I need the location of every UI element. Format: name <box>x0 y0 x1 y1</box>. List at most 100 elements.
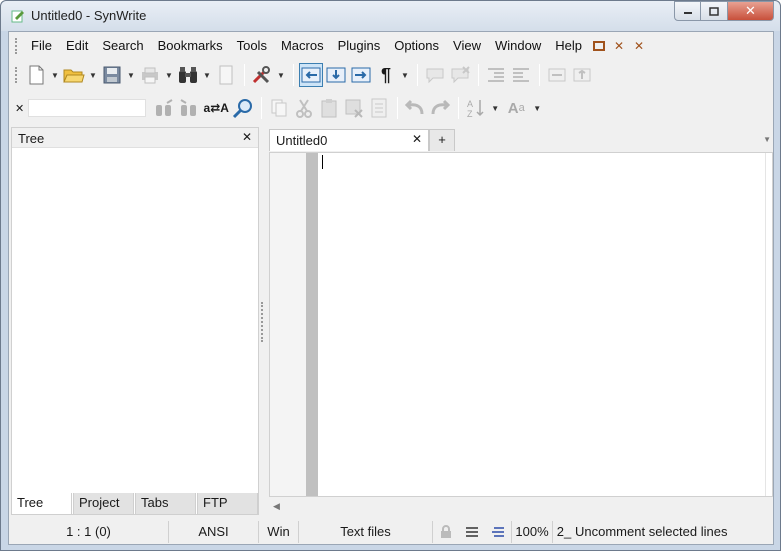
page-setup-button[interactable] <box>214 63 238 87</box>
readonly-lock-button[interactable] <box>433 521 459 543</box>
close-all-button[interactable]: ✕ <box>629 36 649 56</box>
toolbar-separator <box>244 64 245 86</box>
panel-right-button[interactable] <box>349 63 373 87</box>
new-file-button[interactable] <box>24 63 48 87</box>
replace-button[interactable]: a⇄A <box>202 96 230 120</box>
tab-tabs[interactable]: Tabs <box>135 493 196 515</box>
folder-icon <box>63 69 85 83</box>
print-button[interactable] <box>138 63 162 87</box>
status-column-marker[interactable]: 2_ <box>553 521 575 543</box>
tools-dropdown[interactable]: ▼ <box>275 63 287 87</box>
copy-button[interactable] <box>267 96 291 120</box>
editor-tab[interactable]: Untitled0 ✕ <box>269 129 429 151</box>
menu-grip[interactable] <box>15 37 18 54</box>
find-in-files-button[interactable] <box>231 96 255 120</box>
binoculars-icon <box>179 67 197 83</box>
cut-button[interactable] <box>292 96 316 120</box>
close-panel-icon[interactable]: ✕ <box>242 130 252 144</box>
tree-view[interactable] <box>12 149 258 494</box>
menu-view[interactable]: View <box>446 35 488 57</box>
unindent-button[interactable] <box>509 63 533 87</box>
minimize-button[interactable] <box>674 1 701 21</box>
save-button[interactable] <box>100 63 124 87</box>
non-printable-dropdown[interactable]: ▼ <box>399 63 411 87</box>
maximize-button[interactable] <box>701 1 728 21</box>
menu-options[interactable]: Options <box>387 35 446 57</box>
tab-ftp[interactable]: FTP <box>197 493 258 515</box>
collapse-button[interactable] <box>545 63 569 87</box>
panel-splitter[interactable] <box>261 302 264 342</box>
word-wrap-button[interactable] <box>459 521 485 543</box>
toolbar-grip[interactable] <box>15 67 18 83</box>
close-tab-icon[interactable]: ✕ <box>412 132 422 146</box>
expand-icon <box>573 68 591 82</box>
status-lexer[interactable]: Text files <box>299 520 433 543</box>
close-doc-button[interactable]: ✕ <box>609 36 629 56</box>
add-tab-button[interactable]: + <box>429 129 455 151</box>
status-zoom[interactable]: 100% <box>511 520 553 543</box>
indent-button[interactable] <box>484 63 508 87</box>
vertical-scrollbar[interactable] <box>765 153 772 496</box>
panel-left-button[interactable] <box>299 63 323 87</box>
menu-help[interactable]: Help <box>548 35 589 57</box>
non-printable-button[interactable]: ¶ <box>374 63 398 87</box>
new-file-dropdown[interactable]: ▼ <box>49 63 61 87</box>
page-icon <box>219 65 233 85</box>
change-case-dropdown[interactable]: ▼ <box>531 96 543 120</box>
expand-button[interactable] <box>570 63 594 87</box>
chevron-down-icon: ▼ <box>491 103 500 113</box>
text-editor[interactable] <box>269 152 773 497</box>
close-button[interactable]: ✕ <box>728 1 774 21</box>
find-button[interactable] <box>176 63 200 87</box>
chevron-down-icon: ▼ <box>127 70 135 80</box>
tools-button[interactable] <box>250 63 274 87</box>
horizontal-scrollbar[interactable]: ◀ <box>269 499 773 515</box>
left-panel: Tree ✕ <box>11 127 259 515</box>
open-file-dropdown[interactable]: ▼ <box>87 63 99 87</box>
comment-button[interactable] <box>423 63 447 87</box>
menu-bookmarks[interactable]: Bookmarks <box>151 35 230 57</box>
select-all-button[interactable] <box>367 96 391 120</box>
uncomment-button[interactable] <box>448 63 472 87</box>
delete-button[interactable] <box>342 96 366 120</box>
menu-window[interactable]: Window <box>488 35 548 57</box>
scroll-left-icon[interactable]: ◀ <box>273 501 280 512</box>
unindent-icon <box>513 68 529 82</box>
title-bar[interactable]: Untitled0 - SynWrite ✕ <box>1 1 780 31</box>
menu-tools[interactable]: Tools <box>230 35 274 57</box>
chevron-down-icon: ▼ <box>277 70 285 80</box>
sort-dropdown[interactable]: ▼ <box>489 96 501 120</box>
tabs-menu-icon[interactable]: ▼ <box>763 135 771 144</box>
status-position[interactable]: 1 : 1 (0) <box>9 520 169 543</box>
printer-icon <box>142 67 158 84</box>
toolbar-separator <box>417 64 418 86</box>
align-lines-icon <box>466 526 478 537</box>
tools-icon <box>252 66 270 84</box>
print-dropdown[interactable]: ▼ <box>163 63 175 87</box>
find-dropdown[interactable]: ▼ <box>201 63 213 87</box>
change-case-button[interactable]: Aa <box>502 96 530 120</box>
status-encoding[interactable]: ANSI <box>169 520 259 543</box>
toolbar-separator <box>293 64 294 86</box>
save-dropdown[interactable]: ▼ <box>125 63 137 87</box>
status-line-ending[interactable]: Win <box>259 520 299 543</box>
find-prev-button[interactable] <box>177 96 201 120</box>
menu-file[interactable]: File <box>24 35 59 57</box>
menu-edit[interactable]: Edit <box>59 35 95 57</box>
paste-button[interactable] <box>317 96 341 120</box>
panel-bottom-button[interactable] <box>324 63 348 87</box>
open-file-button[interactable] <box>62 63 86 87</box>
menu-plugins[interactable]: Plugins <box>331 35 388 57</box>
menu-macros[interactable]: Macros <box>274 35 331 57</box>
selection-mode-button[interactable] <box>485 521 511 543</box>
redo-button[interactable] <box>428 96 452 120</box>
tab-project[interactable]: Project <box>73 493 134 515</box>
restore-doc-button[interactable] <box>589 36 609 56</box>
sort-button[interactable]: AZ <box>464 96 488 120</box>
find-input[interactable] <box>28 99 147 117</box>
find-next-button[interactable] <box>152 96 176 120</box>
undo-button[interactable] <box>403 96 427 120</box>
close-find-icon[interactable]: ✕ <box>15 102 24 115</box>
tab-tree[interactable]: Tree <box>11 493 72 515</box>
menu-search[interactable]: Search <box>95 35 150 57</box>
